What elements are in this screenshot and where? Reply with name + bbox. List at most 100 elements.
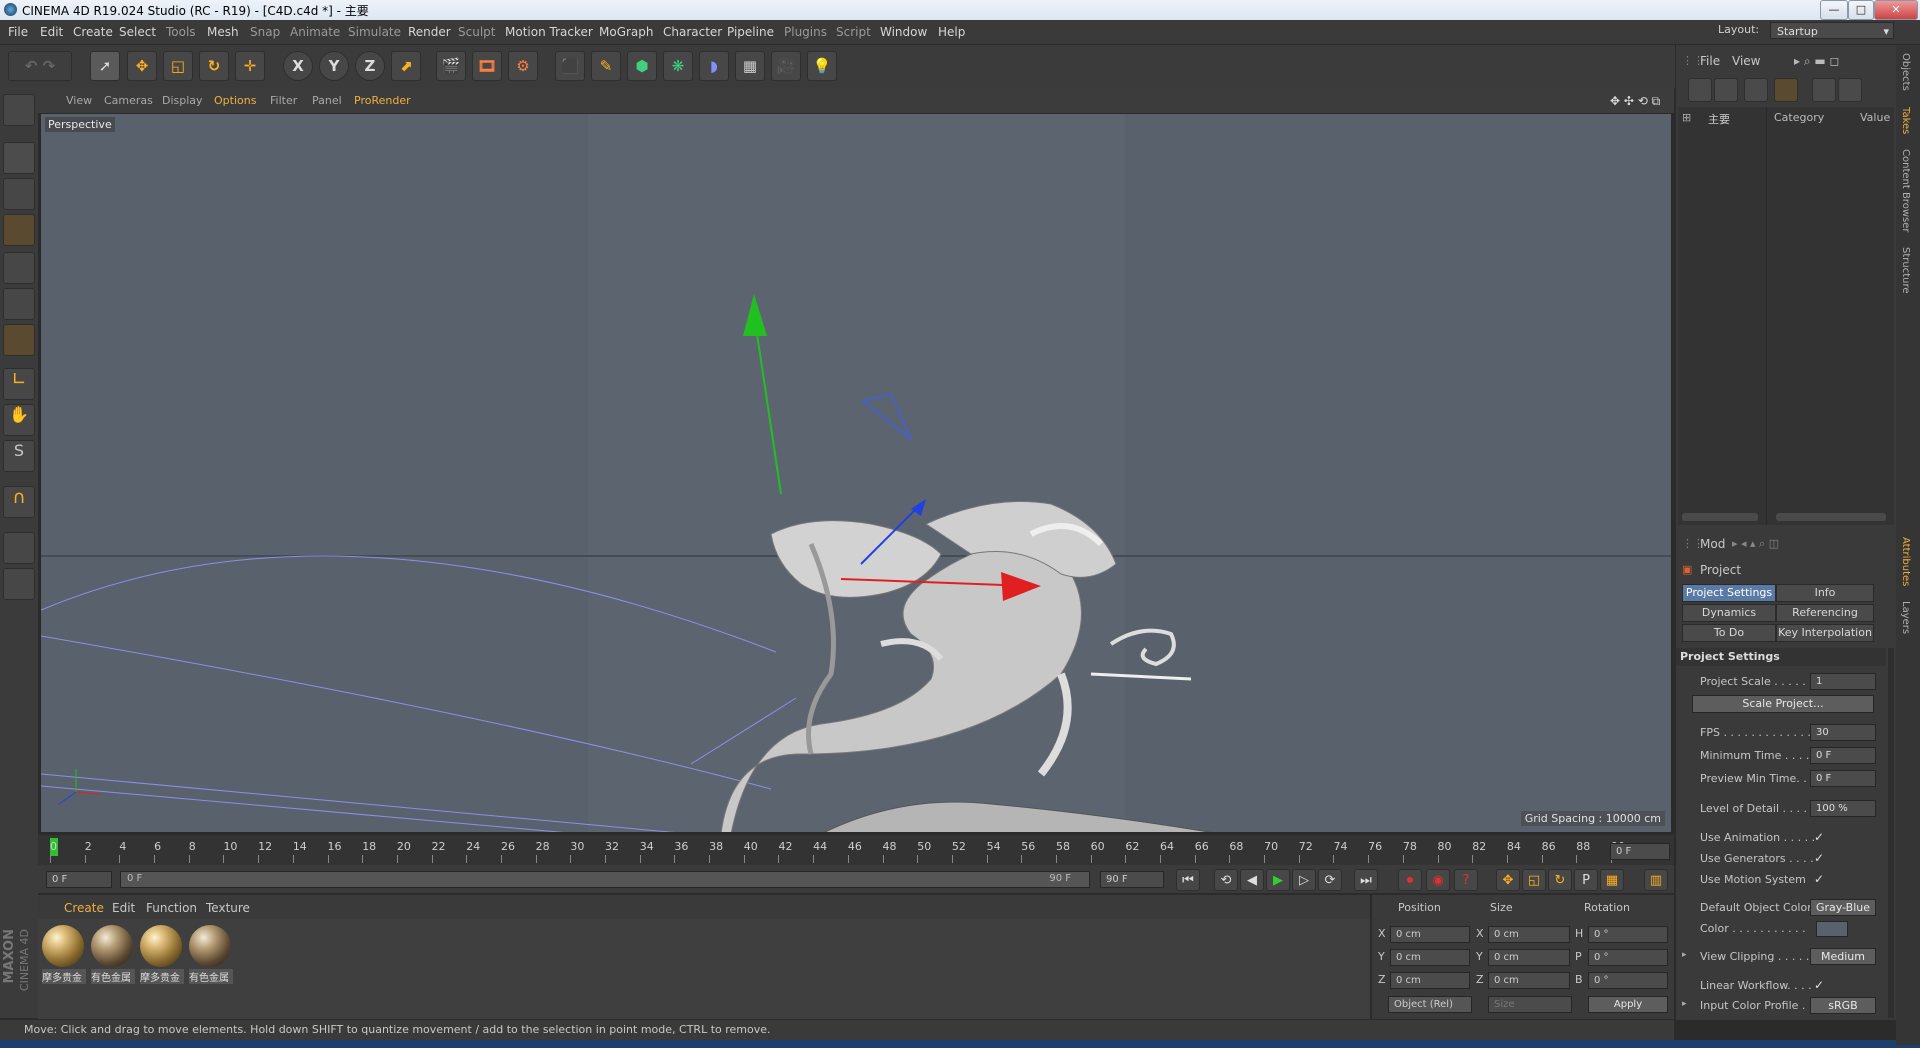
horizontal-scrollbar[interactable]: [1776, 513, 1886, 521]
coordinate-system-icon[interactable]: ⬈: [391, 51, 421, 81]
use-animation-checkbox[interactable]: ✓: [1814, 830, 1824, 844]
take-manager-list[interactable]: 主要 ⊞ Category Value: [1678, 107, 1894, 525]
tab-objects[interactable]: Objects: [1900, 53, 1911, 91]
material-item[interactable]: 摩多贵金: [42, 925, 86, 984]
points-mode-icon[interactable]: [3, 252, 35, 284]
attribute-mode-menu[interactable]: Mod: [1700, 537, 1725, 551]
keyframe-selection-icon[interactable]: ?: [1454, 869, 1478, 891]
size-mode-dropdown[interactable]: Size: [1488, 996, 1572, 1013]
timeline-ruler[interactable]: 0 2 4 6 8 10 12 14 16 18 20 22 24 26 28 30 32 34 36 38 40 42 4…: [38, 835, 1674, 865]
layout-dropdown[interactable]: Startup ▾: [1770, 22, 1894, 39]
tab-content-browser[interactable]: Content Browser: [1900, 149, 1911, 232]
tab-key-interpolation[interactable]: Key Interpolation: [1776, 624, 1874, 642]
viewport-navigation-icon[interactable]: ✥ ✣ ⟲ ⧉: [1610, 94, 1660, 109]
menu-plugins[interactable]: Plugins: [784, 25, 827, 39]
menu-sculpt[interactable]: Sculpt: [458, 25, 495, 39]
menu-file[interactable]: File: [8, 25, 28, 39]
size-y-field[interactable]: 0 cm: [1488, 949, 1570, 966]
render-settings-icon[interactable]: ⚙: [508, 51, 538, 81]
autokeying-icon[interactable]: ◉: [1426, 869, 1450, 891]
key-scale-icon[interactable]: ◱: [1522, 869, 1546, 891]
expand-arrow-icon[interactable]: ▸: [1682, 950, 1687, 960]
pos-z-field[interactable]: 0 cm: [1390, 972, 1470, 989]
maximize-button[interactable]: □: [1848, 0, 1874, 20]
key-rotation-icon[interactable]: ↻: [1548, 869, 1572, 891]
polygons-mode-icon[interactable]: [3, 324, 35, 356]
model-mode-icon[interactable]: [3, 142, 35, 174]
x-axis-lock-button[interactable]: X: [283, 51, 313, 81]
planar-workplane-icon[interactable]: [3, 568, 35, 600]
material-menu-create[interactable]: Create: [64, 901, 104, 915]
viewport-menu-panel[interactable]: Panel: [312, 94, 342, 107]
expand-arrow-icon[interactable]: ▸: [1682, 999, 1687, 1009]
texture-mode-icon[interactable]: [3, 178, 35, 210]
transform-tool-icon[interactable]: ✛: [235, 51, 265, 81]
level-of-detail-field[interactable]: 100 %: [1810, 800, 1876, 817]
material-item[interactable]: 有色金属: [189, 925, 233, 984]
size-z-field[interactable]: 0 cm: [1488, 972, 1570, 989]
render-take-icon[interactable]: [1812, 78, 1836, 102]
tab-to-do[interactable]: To Do: [1682, 624, 1776, 642]
go-to-start-icon[interactable]: ⏮: [1176, 869, 1200, 891]
record-keys-icon[interactable]: ⏺: [1398, 869, 1422, 891]
cloner-icon[interactable]: ❋: [663, 51, 693, 81]
vertical-scrollbar[interactable]: [1888, 648, 1894, 1018]
menu-create[interactable]: Create: [73, 25, 113, 39]
current-frame-field[interactable]: 0 F: [1610, 843, 1670, 860]
menu-motion-tracker[interactable]: Motion Tracker: [505, 25, 593, 39]
lock-workplane-icon[interactable]: [3, 532, 35, 564]
tab-dynamics[interactable]: Dynamics: [1682, 604, 1776, 622]
coordinate-mode-dropdown[interactable]: Object (Rel): [1388, 996, 1472, 1013]
solo-mode-icon[interactable]: S: [3, 440, 35, 472]
deformer-icon[interactable]: ◗: [699, 51, 729, 81]
menu-script[interactable]: Script: [836, 25, 871, 39]
spline-pen-icon[interactable]: ✎: [591, 51, 621, 81]
viewport-menu-options[interactable]: Options: [214, 94, 256, 107]
minimum-time-field[interactable]: 0 F: [1810, 747, 1876, 764]
horizontal-scrollbar[interactable]: [1682, 513, 1758, 521]
use-motion-system-checkbox[interactable]: ✓: [1814, 872, 1824, 886]
axis-mode-icon[interactable]: ∟: [3, 368, 35, 400]
apply-button[interactable]: Apply: [1588, 996, 1668, 1013]
add-take-icon[interactable]: [1688, 78, 1712, 102]
move-tool-icon[interactable]: ✥: [127, 51, 157, 81]
material-item[interactable]: 有色金属: [91, 925, 135, 984]
color-swatch[interactable]: [1816, 921, 1848, 937]
y-axis-lock-button[interactable]: Y: [319, 51, 349, 81]
z-axis-lock-button[interactable]: Z: [355, 51, 385, 81]
object-menu-view[interactable]: View: [1732, 54, 1760, 68]
viewport-menu-filter[interactable]: Filter: [270, 94, 297, 107]
key-parameter-icon[interactable]: P: [1574, 869, 1598, 891]
menu-select[interactable]: Select: [119, 25, 156, 39]
tab-referencing[interactable]: Referencing: [1776, 604, 1874, 622]
perspective-viewport[interactable]: Perspective Grid Spacing : 10000 cm: [40, 113, 1672, 833]
default-object-color-dropdown[interactable]: Gray-Blue: [1810, 899, 1876, 916]
end-frame-field[interactable]: 90 F: [1100, 871, 1164, 888]
input-color-profile-dropdown[interactable]: sRGB: [1810, 997, 1876, 1014]
auto-take-icon[interactable]: [1774, 78, 1798, 102]
start-frame-field[interactable]: 0 F: [46, 871, 112, 888]
edges-mode-icon[interactable]: [3, 288, 35, 320]
next-frame-icon[interactable]: ▷: [1292, 869, 1316, 891]
material-menu-function[interactable]: Function: [146, 901, 197, 915]
view-clipping-dropdown[interactable]: Medium: [1810, 948, 1876, 965]
undo-redo-icon[interactable]: ↶ ↷: [8, 51, 72, 81]
rot-h-field[interactable]: 0 °: [1588, 926, 1668, 943]
floor-icon[interactable]: ▦: [735, 51, 765, 81]
next-key-icon[interactable]: ⟳: [1318, 869, 1342, 891]
cube-primitive-icon[interactable]: ⬛: [555, 51, 585, 81]
object-menu-file[interactable]: File: [1700, 54, 1720, 68]
rot-b-field[interactable]: 0 °: [1588, 972, 1668, 989]
preview-min-time-field[interactable]: 0 F: [1810, 770, 1876, 787]
light-icon[interactable]: 💡: [807, 51, 837, 81]
preview-range-slider[interactable]: 0 F 90 F: [120, 871, 1090, 888]
attribute-nav-icons[interactable]: ▸ ◂ ▴ ⌕ ◫: [1732, 537, 1779, 551]
tab-takes[interactable]: Takes: [1900, 107, 1911, 134]
size-x-field[interactable]: 0 cm: [1488, 926, 1570, 943]
linear-workflow-checkbox[interactable]: ✓: [1814, 978, 1824, 992]
tab-structure[interactable]: Structure: [1900, 247, 1911, 294]
material-menu-edit[interactable]: Edit: [112, 901, 135, 915]
menu-mesh[interactable]: Mesh: [207, 25, 239, 39]
menu-snap[interactable]: Snap: [250, 25, 280, 39]
menu-window[interactable]: Window: [880, 25, 927, 39]
